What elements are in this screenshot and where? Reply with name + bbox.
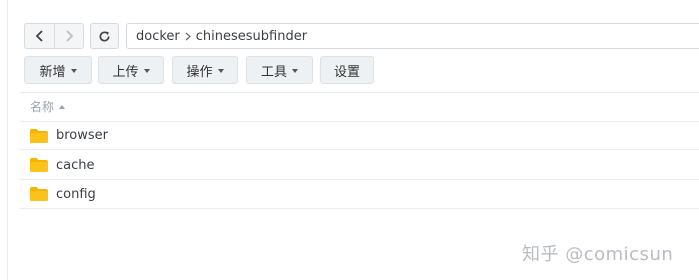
list-item[interactable]: cache xyxy=(20,151,699,180)
list-item-label: cache xyxy=(56,157,95,173)
file-station-window: docker chinesesubfinder 新增 上传 操作 工具 设置 名… xyxy=(0,0,699,280)
path-segment-current[interactable]: chinesesubfinder xyxy=(196,29,307,44)
settings-button-label: 设置 xyxy=(333,64,360,80)
caret-down-icon xyxy=(143,68,150,73)
column-header-label: 名称 xyxy=(30,100,55,114)
chevron-left-icon xyxy=(35,30,43,42)
chevron-right-icon xyxy=(66,30,74,42)
list-item-label: config xyxy=(56,186,96,202)
tools-button[interactable]: 工具 xyxy=(246,56,313,84)
action-button-label: 操作 xyxy=(186,64,213,80)
caret-down-icon xyxy=(70,68,77,73)
list-item-label: browser xyxy=(56,128,109,143)
settings-button[interactable]: 设置 xyxy=(320,56,374,84)
path-bar[interactable]: docker chinesesubfinder xyxy=(126,23,699,49)
caret-down-icon xyxy=(292,68,298,73)
tools-button-label: 工具 xyxy=(260,64,287,80)
refresh-button[interactable] xyxy=(90,23,119,49)
list-item[interactable]: browser xyxy=(20,121,699,150)
create-button-label: 新增 xyxy=(39,64,66,80)
list-item[interactable]: config xyxy=(20,180,699,209)
folder-icon xyxy=(30,158,48,172)
watermark: 知乎 @comicsun xyxy=(522,244,674,265)
upload-button[interactable]: 上传 xyxy=(98,56,164,84)
path-segment-root[interactable]: docker xyxy=(136,29,180,44)
column-header-name[interactable]: 名称 xyxy=(30,98,66,115)
folder-icon xyxy=(30,187,48,201)
folder-icon xyxy=(30,128,48,143)
action-button[interactable]: 操作 xyxy=(172,56,238,84)
history-nav xyxy=(24,23,84,49)
forward-button[interactable] xyxy=(54,24,83,48)
refresh-icon xyxy=(99,30,110,42)
upload-button-label: 上传 xyxy=(112,64,139,80)
panel-divider xyxy=(7,0,8,280)
create-button[interactable]: 新增 xyxy=(24,56,92,84)
back-button[interactable] xyxy=(25,24,54,48)
list-divider xyxy=(20,92,699,93)
caret-down-icon xyxy=(217,68,224,73)
chevron-right-icon xyxy=(185,32,191,41)
sort-ascending-icon xyxy=(59,104,66,109)
